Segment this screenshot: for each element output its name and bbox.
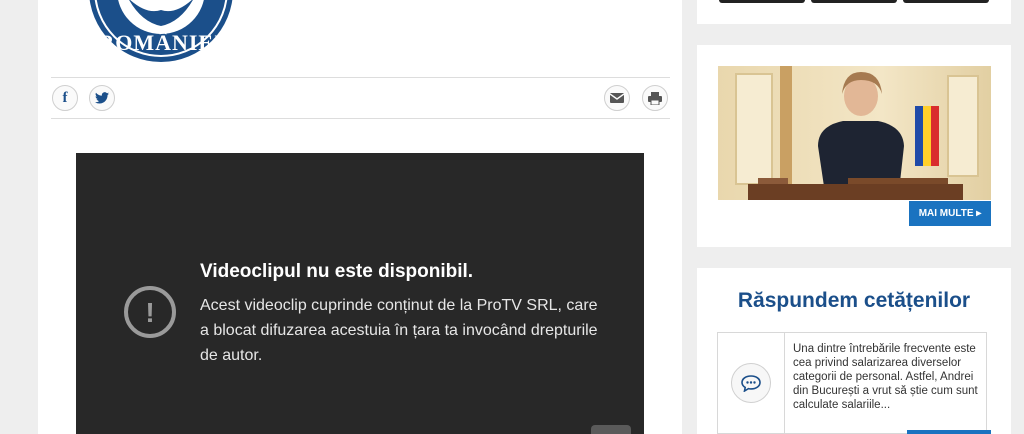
divider [784, 333, 785, 433]
print-icon[interactable] [642, 85, 668, 111]
logo-text: ROMÂNIEI [98, 30, 223, 55]
response-item[interactable]: Una dintre întrebările frecvente este ce… [717, 332, 987, 434]
facebook-glyph: f [62, 89, 68, 106]
official-photo[interactable] [718, 66, 991, 200]
video-player[interactable]: ! Videoclipul nu este disponibil. Acest … [76, 153, 644, 434]
sidebar-top-button-1[interactable] [719, 0, 805, 3]
facebook-icon[interactable]: f [52, 85, 78, 111]
ministry-logo: ROMÂNIEI [56, 0, 266, 64]
video-unavailable-message: Acest videoclip cuprinde conținut de la … [200, 297, 598, 364]
citizen-responses-card: Răspundem cetățenilor Una dintre întrebă… [697, 268, 1011, 434]
more-button[interactable]: MAI MULTE ▸ [909, 201, 991, 226]
sidebar-top-card [697, 0, 1011, 24]
svg-text:!: ! [145, 297, 154, 328]
chat-bubble-icon [731, 363, 771, 403]
sidebar-photo-card: MAI MULTE ▸ [697, 45, 1011, 247]
video-control-button[interactable] [591, 425, 631, 434]
sidebar-top-button-3[interactable] [903, 0, 989, 3]
citizen-responses-title: Răspundem cetățenilor [737, 289, 971, 312]
response-excerpt: Una dintre întrebările frecvente este ce… [793, 343, 978, 411]
sidebar-top-button-2[interactable] [811, 0, 897, 3]
alert-icon: ! [124, 286, 176, 338]
share-bar: f [51, 77, 670, 119]
email-icon[interactable] [604, 85, 630, 111]
twitter-icon[interactable] [89, 85, 115, 111]
video-unavailable-title: Videoclipul nu este disponibil. [200, 261, 474, 282]
responses-more-button[interactable] [907, 430, 991, 434]
